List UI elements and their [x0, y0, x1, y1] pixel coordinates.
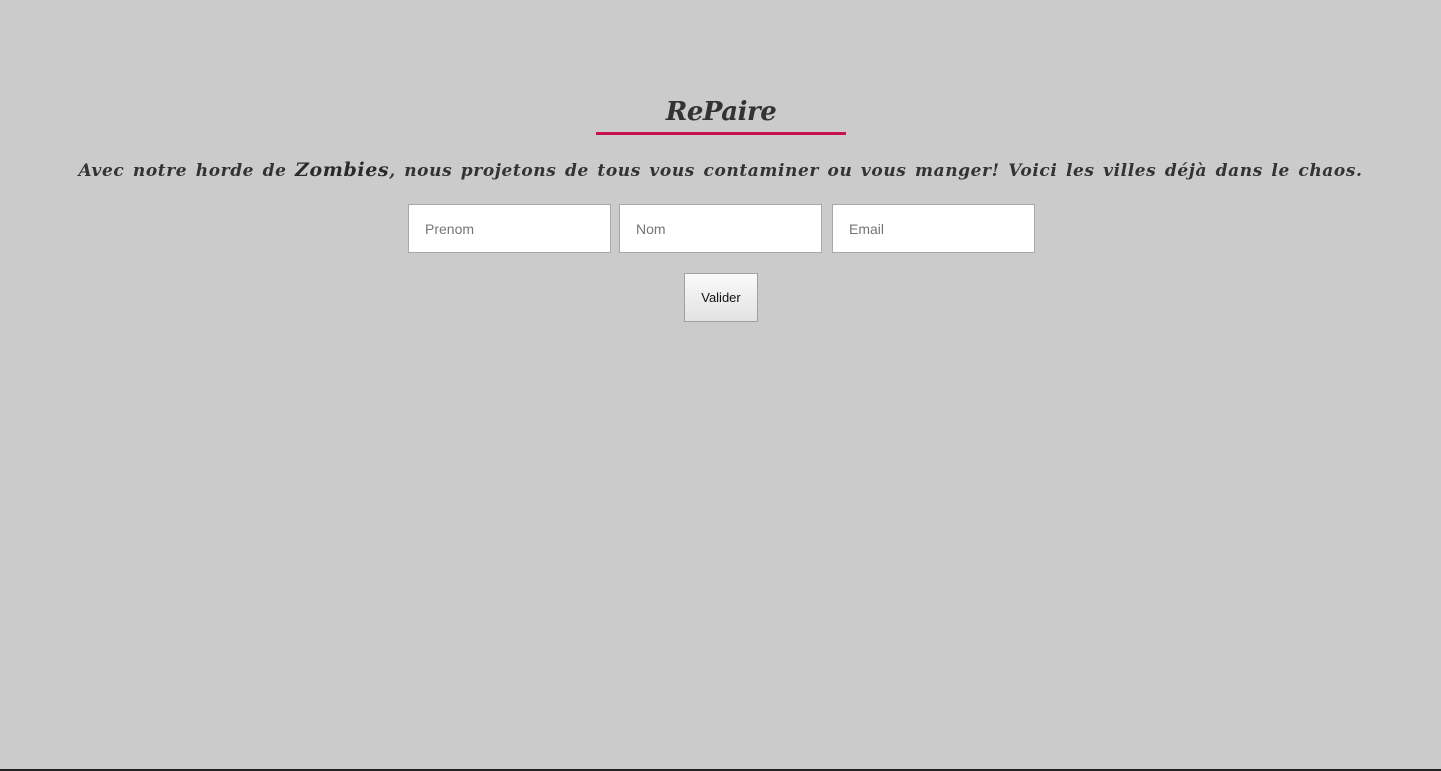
signup-form — [408, 204, 1035, 253]
title-block: RePaire — [596, 94, 846, 135]
lastname-input[interactable] — [619, 204, 822, 253]
firstname-input[interactable] — [408, 204, 611, 253]
intro-text: Avec notre horde de Zombies, nous projet… — [0, 156, 1441, 185]
intro-part-1: Avec notre horde de — [78, 161, 296, 181]
intro-highlight: Zombies — [295, 159, 390, 181]
page: RePaire Avec notre horde de Zombies, nou… — [0, 0, 1441, 771]
title-underline — [596, 132, 846, 135]
page-title: RePaire — [665, 97, 777, 127]
intro-part-2: , nous projetons de tous vous contaminer… — [389, 161, 1363, 181]
submit-button[interactable]: Valider — [684, 273, 758, 322]
email-input[interactable] — [832, 204, 1035, 253]
